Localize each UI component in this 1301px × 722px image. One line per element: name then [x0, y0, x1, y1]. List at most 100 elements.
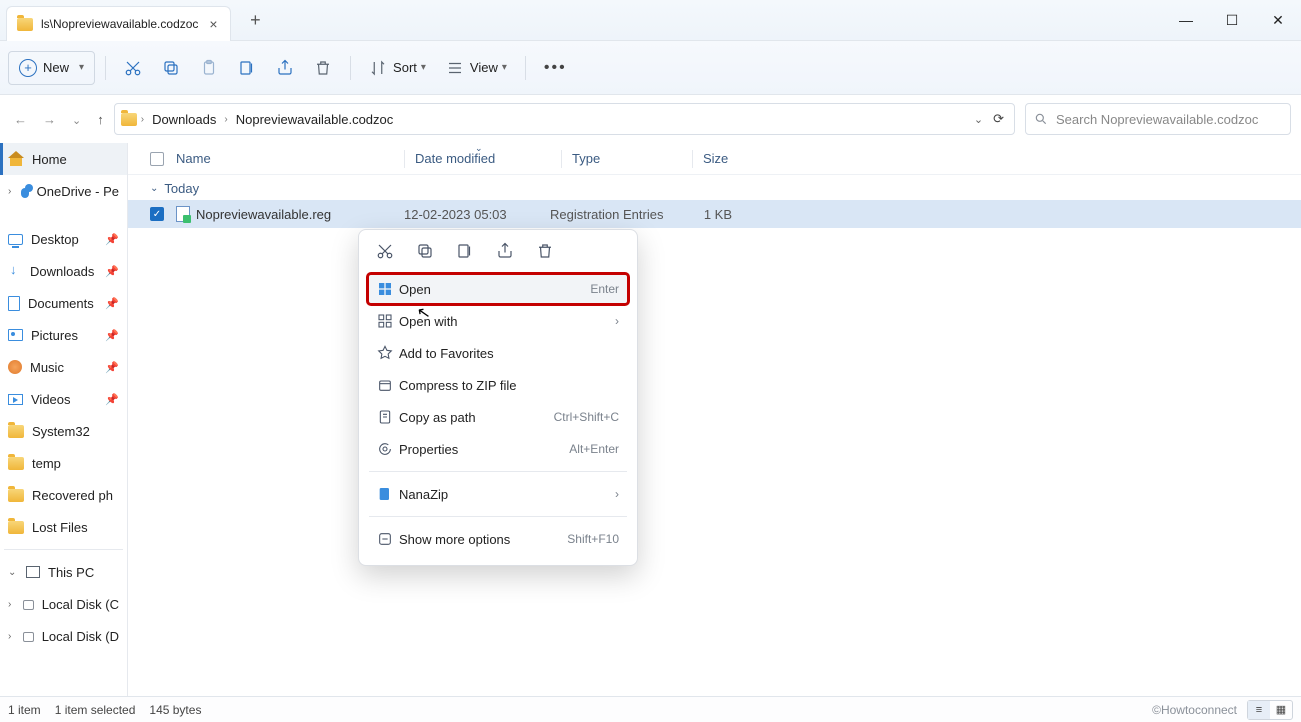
context-menu: Open Enter Open with › Add to Favorites … [358, 229, 638, 566]
command-bar: + New ▾ Sort ▾ View ▾ ••• [0, 41, 1301, 95]
status-bytes: 145 bytes [149, 703, 201, 717]
details-view-button[interactable]: ≡ [1248, 701, 1270, 719]
column-type[interactable]: Type [572, 151, 692, 166]
tab-title: ls\Nopreviewavailable.codzoc [41, 17, 198, 31]
sidebar-item-onedrive[interactable]: › OneDrive - Pe [0, 175, 127, 207]
chevron-right-icon: › [8, 631, 15, 642]
minimize-button[interactable]: — [1163, 0, 1209, 40]
address-row: ← → ⌄ ↑ › Downloads › Nopreviewavailable… [0, 95, 1301, 143]
refresh-button[interactable]: ⟳ [993, 111, 1004, 127]
back-button[interactable]: ← [14, 112, 27, 127]
sidebar-item-thispc[interactable]: ⌄This PC [0, 556, 127, 588]
column-date[interactable]: ⌄Date modified [415, 151, 561, 166]
cut-button[interactable] [116, 51, 150, 85]
search-box[interactable]: Search Nopreviewavailable.codzoc [1025, 103, 1291, 135]
maximize-button[interactable]: ☐ [1209, 0, 1255, 40]
context-quick-actions [367, 240, 629, 273]
sidebar-item-documents[interactable]: Documents📌 [0, 287, 127, 319]
delete-icon[interactable] [535, 242, 555, 263]
context-nanazip[interactable]: NanaZip › [367, 478, 629, 510]
group-header-today[interactable]: ⌄ Today [128, 175, 1301, 200]
context-open[interactable]: Open Enter [367, 273, 629, 305]
folder-icon [8, 489, 24, 502]
file-row[interactable]: ✓ Nopreviewavailable.reg 12-02-2023 05:0… [128, 200, 1301, 228]
folder-icon [8, 425, 24, 438]
chevron-right-icon: › [141, 114, 144, 125]
chevron-right-icon: › [615, 314, 619, 328]
pc-icon [26, 566, 40, 578]
context-copy-path[interactable]: Copy as path Ctrl+Shift+C [367, 401, 629, 433]
context-add-favorites[interactable]: Add to Favorites [367, 337, 629, 369]
column-size[interactable]: Size [703, 151, 773, 166]
sidebar-item-lostfiles[interactable]: Lost Files [0, 511, 127, 543]
more-button[interactable]: ••• [536, 51, 575, 85]
column-name[interactable]: Name [176, 151, 404, 166]
sidebar-item-recovered[interactable]: Recovered ph [0, 479, 127, 511]
zip-icon [377, 377, 399, 393]
thumbnails-view-button[interactable]: ▦ [1270, 701, 1292, 719]
breadcrumb-item[interactable]: Downloads [148, 110, 220, 129]
share-button[interactable] [268, 51, 302, 85]
folder-icon [8, 521, 24, 534]
share-icon[interactable] [495, 242, 515, 263]
forward-button[interactable]: → [43, 112, 56, 127]
close-tab-icon[interactable]: × [206, 16, 220, 32]
copy-icon[interactable] [415, 242, 435, 263]
sidebar-item-temp[interactable]: temp [0, 447, 127, 479]
copy-button[interactable] [154, 51, 188, 85]
view-button[interactable]: View ▾ [438, 51, 515, 85]
reg-file-icon [176, 206, 190, 222]
paste-button[interactable] [192, 51, 226, 85]
sidebar-item-drive-d[interactable]: ›Local Disk (D [0, 620, 127, 652]
open-icon [377, 281, 399, 297]
file-date: 12-02-2023 05:03 [404, 207, 550, 222]
view-mode-toggle[interactable]: ≡ ▦ [1247, 700, 1293, 720]
new-button[interactable]: + New ▾ [8, 51, 95, 85]
context-open-with[interactable]: Open with › [367, 305, 629, 337]
properties-icon [377, 441, 399, 457]
row-checkbox[interactable]: ✓ [150, 207, 176, 221]
sort-indicator-icon: ⌄ [475, 143, 483, 154]
pin-icon: 📌 [105, 329, 119, 342]
cut-icon[interactable] [375, 242, 395, 263]
sidebar-item-desktop[interactable]: Desktop📌 [0, 223, 127, 255]
sidebar-item-drive-c[interactable]: ›Local Disk (C [0, 588, 127, 620]
sidebar-item-pictures[interactable]: Pictures📌 [0, 319, 127, 351]
context-show-more[interactable]: Show more options Shift+F10 [367, 523, 629, 555]
breadcrumb-history-button[interactable]: ⌄ [974, 113, 983, 126]
folder-icon [121, 113, 137, 126]
rename-button[interactable] [230, 51, 264, 85]
context-compress-zip[interactable]: Compress to ZIP file [367, 369, 629, 401]
delete-button[interactable] [306, 51, 340, 85]
navigation-pane[interactable]: Home › OneDrive - Pe Desktop📌 Downloads📌… [0, 143, 128, 696]
videos-icon [8, 394, 23, 405]
breadcrumb-item[interactable]: Nopreviewavailable.codzoc [232, 110, 398, 129]
select-all-checkbox[interactable] [150, 152, 176, 166]
recent-button[interactable]: ⌄ [72, 114, 81, 129]
status-selected: 1 item selected [55, 703, 136, 717]
sidebar-item-music[interactable]: Music📌 [0, 351, 127, 383]
sidebar-item-downloads[interactable]: Downloads📌 [0, 255, 127, 287]
window-tab[interactable]: ls\Nopreviewavailable.codzoc × [6, 6, 231, 41]
up-button[interactable]: ↑ [97, 112, 104, 127]
close-button[interactable]: ✕ [1255, 0, 1301, 40]
chevron-down-icon: ▾ [502, 62, 507, 73]
cloud-icon [21, 188, 29, 198]
pin-icon: 📌 [105, 265, 119, 278]
sidebar-item-videos[interactable]: Videos📌 [0, 383, 127, 415]
download-icon [8, 264, 22, 278]
title-bar: ls\Nopreviewavailable.codzoc × + — ☐ ✕ [0, 0, 1301, 41]
chevron-down-icon: ▾ [421, 62, 426, 73]
search-placeholder: Search Nopreviewavailable.codzoc [1056, 112, 1258, 127]
sort-button[interactable]: Sort ▾ [361, 51, 434, 85]
column-headers[interactable]: Name ⌄Date modified Type Size [128, 143, 1301, 175]
context-properties[interactable]: Properties Alt+Enter [367, 433, 629, 465]
nanazip-icon [377, 486, 399, 502]
copy-path-icon [377, 409, 399, 425]
sidebar-item-system32[interactable]: System32 [0, 415, 127, 447]
file-name: Nopreviewavailable.reg [196, 207, 331, 222]
new-tab-button[interactable]: + [241, 0, 269, 40]
rename-icon[interactable] [455, 242, 475, 263]
breadcrumb[interactable]: › Downloads › Nopreviewavailable.codzoc … [114, 103, 1015, 135]
sidebar-item-home[interactable]: Home [0, 143, 127, 175]
